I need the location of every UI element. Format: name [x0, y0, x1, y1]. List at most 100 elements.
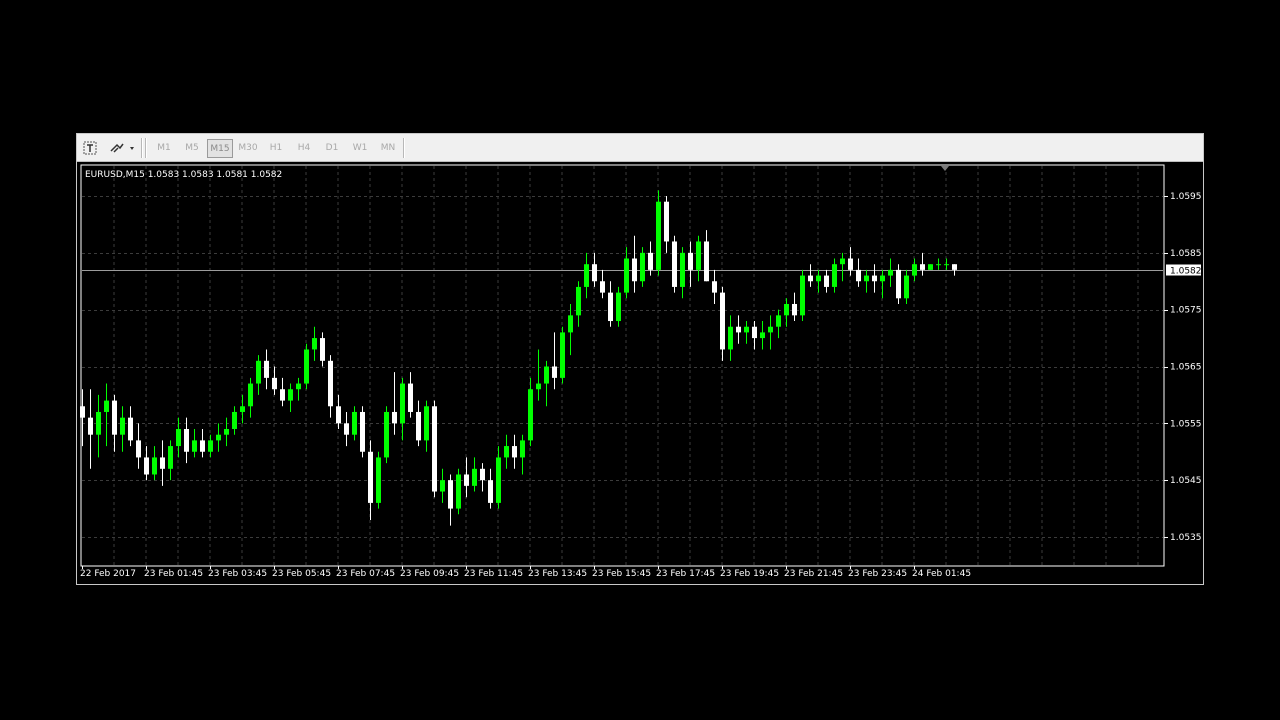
- candle: [280, 377, 285, 407]
- candle-body: [536, 383, 541, 390]
- candle-body: [584, 264, 589, 287]
- price-tick-label: 1.0565: [1170, 363, 1202, 373]
- candle: [672, 235, 677, 293]
- candle-body: [736, 326, 741, 333]
- candle-body: [920, 264, 925, 270]
- candle: [792, 292, 797, 322]
- candle: [816, 269, 821, 293]
- candle: [800, 269, 805, 322]
- candle: [760, 321, 765, 350]
- candle-body: [504, 446, 509, 458]
- candle: [808, 264, 813, 287]
- candle-body: [832, 264, 837, 287]
- candle-body: [360, 411, 365, 452]
- candle: [560, 326, 565, 384]
- candle: [248, 377, 253, 418]
- candle-body: [472, 468, 477, 486]
- candle-body: [760, 332, 765, 339]
- candle: [896, 264, 901, 304]
- candle: [184, 417, 189, 464]
- candle-body: [680, 252, 685, 287]
- price-tick-label: 1.0545: [1170, 476, 1202, 486]
- candlestick-chart[interactable]: 1.0595 1.0585 1.0575 1.0565 1.0555 1.0545 1.05…: [77, 134, 1203, 584]
- candle: [272, 366, 277, 395]
- candle: [192, 429, 197, 458]
- candle: [256, 355, 261, 395]
- candle-body: [808, 275, 813, 282]
- candle: [208, 434, 213, 458]
- candle-body: [672, 241, 677, 287]
- candle-body: [632, 258, 637, 282]
- candle: [160, 440, 165, 486]
- candle-body: [256, 360, 261, 384]
- candle: [528, 377, 533, 447]
- candle: [688, 241, 693, 287]
- chart-window: M1 M5 M15 M30 H1 H4 D1 W1 MN 1.0595 1.058…: [76, 133, 1204, 585]
- candle: [200, 429, 205, 458]
- candle: [424, 400, 429, 452]
- candle: [824, 269, 829, 293]
- candle: [736, 315, 741, 344]
- chart-shift-marker[interactable]: [941, 166, 949, 171]
- candle: [216, 423, 221, 452]
- candle: [728, 315, 733, 361]
- candle: [416, 400, 421, 447]
- candle: [656, 190, 661, 276]
- candle-body: [464, 474, 469, 486]
- candle-body: [192, 440, 197, 452]
- candle-body: [152, 457, 157, 475]
- candle: [856, 258, 861, 287]
- candle-body: [248, 383, 253, 407]
- candle-body: [776, 315, 781, 327]
- candle-body: [768, 326, 773, 333]
- candle: [360, 406, 365, 458]
- candle: [888, 258, 893, 287]
- time-tick-label: 23 Feb 13:45: [528, 569, 587, 579]
- candle-body: [280, 389, 285, 401]
- candle: [840, 252, 845, 282]
- candle-body: [440, 480, 445, 492]
- candle: [152, 446, 157, 481]
- candle: [920, 252, 925, 276]
- time-tick-label: 23 Feb 05:45: [272, 569, 331, 579]
- candle: [304, 343, 309, 390]
- time-tick-label: 23 Feb 07:45: [336, 569, 395, 579]
- candle-body: [200, 440, 205, 452]
- candle-body: [176, 429, 181, 447]
- candle-body: [456, 474, 461, 509]
- candle: [168, 440, 173, 481]
- plot-frame: [80, 164, 1165, 567]
- candle-body: [208, 440, 213, 452]
- candle: [544, 360, 549, 407]
- chart-title: EURUSD,M15 1.0583 1.0583 1.0581 1.0582: [85, 170, 282, 180]
- candle-body: [824, 275, 829, 287]
- candle: [744, 321, 749, 344]
- candle: [720, 286, 725, 361]
- candle-body: [752, 326, 757, 339]
- candle-body: [544, 366, 549, 384]
- candle-body: [392, 411, 397, 424]
- price-axis: 1.0595 1.0585 1.0575 1.0565 1.0555 1.0545 1.05…: [1164, 192, 1202, 543]
- time-tick-label: 23 Feb 01:45: [144, 569, 203, 579]
- candle: [576, 281, 581, 327]
- candle: [640, 247, 645, 287]
- candle: [136, 423, 141, 469]
- candle-body: [944, 264, 949, 266]
- candle-body: [112, 400, 117, 435]
- candle-body: [816, 275, 821, 282]
- candle: [584, 252, 589, 299]
- candle: [880, 269, 885, 299]
- candle: [536, 349, 541, 401]
- candle: [352, 406, 357, 441]
- candle: [312, 326, 317, 361]
- current-price-tag-label: 1.0582: [1170, 267, 1202, 277]
- candle-body: [424, 406, 429, 441]
- price-tick-label: 1.0585: [1170, 249, 1202, 259]
- candle: [144, 446, 149, 481]
- candle: [456, 468, 461, 515]
- candle-body: [240, 406, 245, 412]
- candle: [296, 377, 301, 401]
- candle-body: [224, 429, 229, 435]
- candle: [936, 258, 941, 270]
- candle-body: [720, 292, 725, 350]
